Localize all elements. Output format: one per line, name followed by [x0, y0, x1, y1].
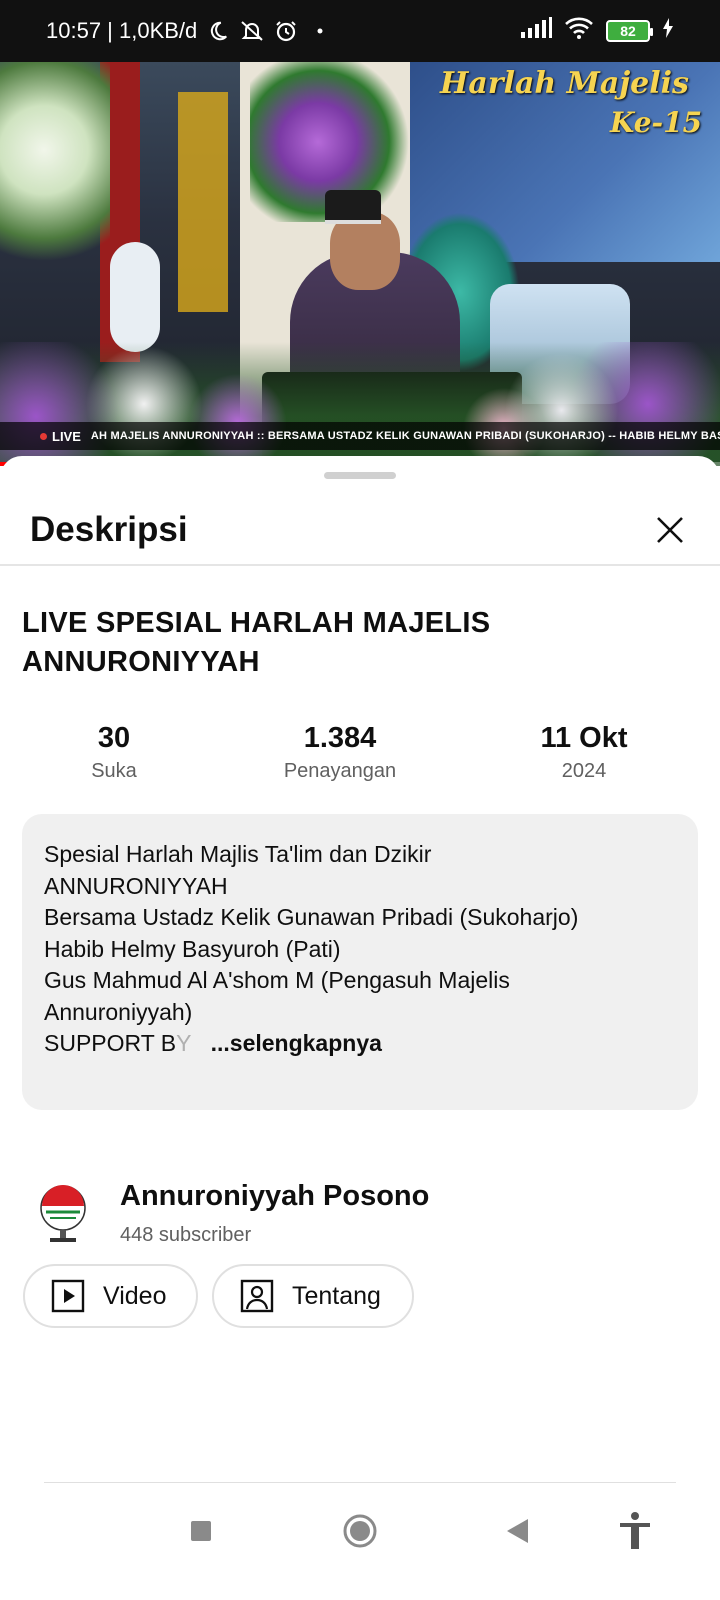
- signal-icon: [520, 17, 552, 45]
- description-line: Habib Helmy Basyuroh (Pati): [44, 935, 341, 962]
- stage-decoration: [178, 92, 228, 312]
- wifi-icon: [564, 16, 594, 46]
- alarm-icon: [273, 18, 299, 44]
- stat-views-label: Penayangan: [283, 760, 397, 782]
- stat-likes-value: 30: [97, 722, 131, 754]
- fan: [110, 242, 160, 352]
- about-button[interactable]: Tentang: [212, 1264, 414, 1328]
- video-title: LIVE SPESIAL HARLAH MAJELIS ANNURONIYYAH: [22, 607, 491, 678]
- dot-icon: [307, 18, 333, 44]
- live-label: LIVE: [52, 428, 81, 444]
- stat-date-value: 11 Okt: [540, 722, 628, 754]
- stat-views: 1.384 Penayangan: [220, 720, 460, 783]
- speaker-cap: [325, 190, 381, 224]
- sheet-title: Deskripsi: [30, 510, 188, 549]
- live-badge: LIVE: [40, 429, 81, 444]
- description-fade-text: Y: [176, 1030, 192, 1056]
- about-button-label: Tentang: [292, 1281, 381, 1310]
- videos-button[interactable]: Video: [23, 1264, 198, 1328]
- stat-views-value: 1.384: [303, 722, 377, 754]
- description-sheet: Deskripsi LIVE SPESIAL HARLAH MAJELIS AN…: [0, 456, 720, 1600]
- videos-button-label: Video: [103, 1281, 167, 1310]
- flower-arrangement-left: [0, 62, 110, 282]
- status-right: 82: [520, 16, 674, 46]
- news-ticker: LIVE AH MAJELIS ANNURONIYYAH :: BERSAMA …: [0, 422, 720, 450]
- stat-likes: 30 Suka: [0, 720, 234, 783]
- accessibility-button[interactable]: [610, 1506, 660, 1556]
- notifications-off-icon: [239, 18, 265, 44]
- system-nav-bar: [0, 1496, 720, 1576]
- description-line: Gus Mahmud Al A'shom M (Pengasuh Majelis: [44, 967, 510, 993]
- description-line: Spesial Harlah Majlis Ta'lim dan Dzikir: [44, 841, 432, 867]
- show-more-link[interactable]: ...selengkapnya: [211, 1030, 382, 1056]
- nav-divider: [44, 1482, 676, 1483]
- home-button[interactable]: [335, 1506, 385, 1556]
- description-line: Bersama Ustadz Kelik Gunawan Pribadi (Su…: [44, 904, 579, 930]
- stat-likes-label: Suka: [91, 760, 137, 782]
- description-truncated-text: SUPPORT B: [44, 1030, 177, 1056]
- drag-handle[interactable]: [324, 472, 396, 479]
- banner-subtitle: Ke-15: [610, 106, 703, 139]
- close-button[interactable]: [650, 510, 690, 550]
- description-line: ANNURONIYYAH: [44, 872, 228, 899]
- description-line: Annuroniyyah): [44, 998, 193, 1025]
- live-dot-icon: [40, 432, 47, 440]
- ticker-text: AH MAJELIS ANNURONIYYAH :: BERSAMA USTAD…: [90, 430, 720, 442]
- recents-icon: [191, 1521, 211, 1541]
- description-last-line: SUPPORT BY ...selengkapnya: [44, 1030, 382, 1056]
- play-box-icon: [51, 1279, 85, 1313]
- back-icon: [507, 1519, 528, 1543]
- moon-icon: [205, 18, 231, 44]
- channel-row[interactable]: Annuroniyyah Posono 448 subscriber: [38, 1180, 698, 1250]
- channel-name[interactable]: Annuroniyyah Posono: [120, 1180, 429, 1213]
- accessibility-icon: [620, 1512, 650, 1549]
- close-icon: [657, 517, 683, 543]
- channel-avatar[interactable]: [38, 1182, 88, 1248]
- banner-title: Harlah Majelis: [440, 66, 689, 101]
- back-button[interactable]: [492, 1506, 542, 1556]
- video-stats: 30 Suka 1.384 Penayangan 11 Okt 2024: [0, 720, 720, 796]
- video-player[interactable]: Harlah Majelis Ke-15 LIVE AH MAJELIS ANN…: [0, 62, 720, 466]
- status-bar: 10:57 | 1,0KB/d 82: [0, 0, 720, 62]
- description-box[interactable]: Spesial Harlah Majlis Ta'lim dan Dzikir …: [22, 814, 698, 1110]
- battery-icon: 82: [606, 20, 653, 42]
- recents-button[interactable]: [176, 1506, 226, 1556]
- sheet-header: Deskripsi: [0, 496, 720, 566]
- home-icon: [343, 1514, 377, 1548]
- stat-date: 11 Okt 2024: [464, 720, 704, 783]
- charging-icon: [662, 17, 674, 45]
- status-time-network: 10:57 | 1,0KB/d: [46, 18, 198, 43]
- person-box-icon: [240, 1279, 274, 1313]
- channel-subscribers: 448 subscriber: [120, 1224, 252, 1246]
- stat-date-year: 2024: [561, 760, 607, 782]
- status-left: 10:57 | 1,0KB/d: [46, 18, 333, 44]
